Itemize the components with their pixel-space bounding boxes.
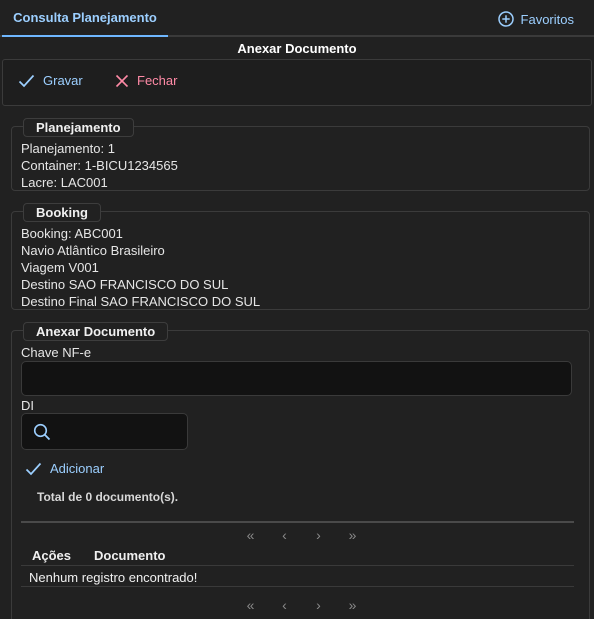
last-page-icon[interactable]: » <box>346 527 360 543</box>
table-row-divider <box>21 586 574 587</box>
close-icon <box>115 74 129 87</box>
column-header-acoes: Ações <box>32 548 72 563</box>
top-pagination: « ‹ › » <box>12 527 591 543</box>
chave-nfe-input[interactable] <box>21 361 572 396</box>
anexar-documento-legend: Anexar Documento <box>23 322 169 341</box>
chave-nfe-label: Chave NF-e <box>21 345 92 360</box>
planejamento-panel: Planejamento Planejamento: 1 Container: … <box>11 118 590 191</box>
document-total: Total de 0 documento(s). <box>37 490 179 504</box>
planejamento-number: Planejamento: 1 <box>21 141 115 156</box>
container-number: Container: 1-BICU1234565 <box>21 158 178 173</box>
next-page-icon[interactable]: › <box>312 597 326 613</box>
check-icon <box>25 462 42 475</box>
save-label: Gravar <box>43 73 83 88</box>
close-label: Fechar <box>137 73 178 88</box>
table-header-divider <box>21 565 574 566</box>
page-title: Anexar Documento <box>237 41 357 56</box>
favorites-label: Favoritos <box>520 11 574 27</box>
navio-name: Navio Atlântico Brasileiro <box>21 243 165 258</box>
lacre-number: Lacre: LAC001 <box>21 175 108 190</box>
viagem-code: Viagem V001 <box>21 260 99 275</box>
previous-page-icon[interactable]: ‹ <box>278 527 292 543</box>
search-icon <box>33 423 51 441</box>
action-toolbar: Gravar Fechar <box>2 59 592 106</box>
destino-final: Destino Final SAO FRANCISCO DO SUL <box>21 294 261 309</box>
save-button[interactable]: Gravar <box>18 73 83 88</box>
di-label: DI <box>21 398 34 413</box>
top-tab-bar: Consulta Planejamento Favoritos <box>0 0 594 37</box>
booking-code: Booking: ABC001 <box>21 226 123 241</box>
di-search-field[interactable] <box>21 413 188 450</box>
favorites-button[interactable]: Favoritos <box>497 8 574 30</box>
first-page-icon[interactable]: « <box>244 527 258 543</box>
first-page-icon[interactable]: « <box>244 597 258 613</box>
close-button[interactable]: Fechar <box>115 73 177 88</box>
booking-legend: Booking <box>23 203 101 222</box>
tab-consulta-planejamento[interactable]: Consulta Planejamento <box>2 0 168 37</box>
next-page-icon[interactable]: › <box>312 527 326 543</box>
bottom-pagination: « ‹ › » <box>12 597 591 613</box>
last-page-icon[interactable]: » <box>346 597 360 613</box>
plus-circle-icon <box>497 11 514 27</box>
booking-panel: Booking Booking: ABC001 Navio Atlântico … <box>11 203 590 310</box>
add-document-button[interactable]: Adicionar <box>25 461 104 476</box>
add-document-label: Adicionar <box>50 461 105 476</box>
column-header-documento: Documento <box>94 548 166 563</box>
anexar-documento-panel: Anexar Documento Chave NF-e DI Adicionar… <box>11 322 591 619</box>
empty-table-message: Nenhum registro encontrado! <box>29 570 198 585</box>
destino: Destino SAO FRANCISCO DO SUL <box>21 277 229 292</box>
check-icon <box>18 74 35 87</box>
table-divider <box>21 521 574 523</box>
planejamento-legend: Planejamento <box>23 118 134 137</box>
previous-page-icon[interactable]: ‹ <box>278 597 292 613</box>
